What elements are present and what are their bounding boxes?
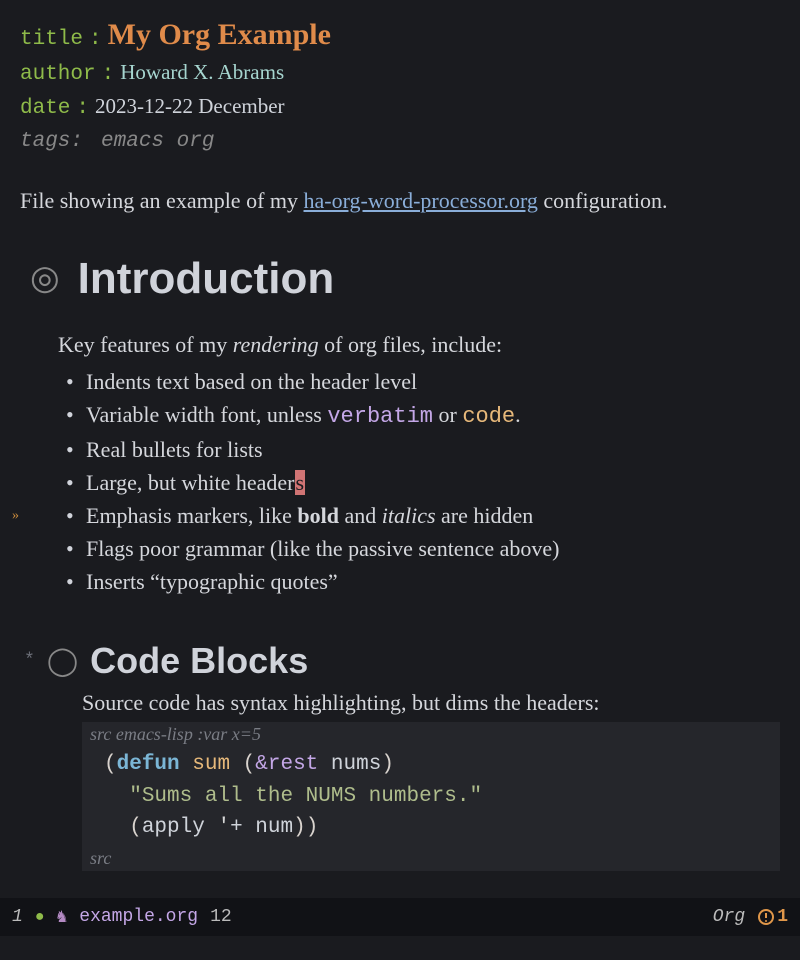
heading-title: Introduction [78, 254, 335, 304]
modeline-buffer-name[interactable]: example.org [79, 907, 198, 927]
prolog-key-author: author [20, 59, 96, 91]
modified-indicator-icon: ● [35, 908, 45, 926]
text-cursor: s [295, 470, 306, 495]
fringe-indicator-icon: » [12, 505, 19, 526]
prolog-key-tags: tags: [20, 126, 83, 158]
code-text: code [462, 404, 515, 429]
list-item: Indents text based on the header level [58, 365, 780, 398]
heading-title: Code Blocks [90, 640, 308, 682]
modeline-window-number: 1 [12, 907, 23, 927]
modeline-logo-icon: ♞ [56, 906, 67, 928]
modeline[interactable]: 1 ● ♞ example.org 12 Org 1 [0, 898, 800, 936]
list-item: » Emphasis markers, like bold and italic… [58, 499, 780, 532]
src-end-footer: src [90, 848, 772, 869]
document-title: My Org Example [108, 12, 331, 57]
section-body: Source code has syntax highlighting, but… [82, 690, 780, 871]
modeline-major-mode[interactable]: Org [713, 907, 745, 927]
document-author: Howard X. Abrams [120, 57, 284, 89]
section-introduction: ◎ Introduction Key features of my render… [30, 254, 780, 598]
prolog-tags-line: tags: emacs org [20, 126, 780, 158]
list-item: Variable width font, unless verbatim or … [58, 398, 780, 433]
source-block[interactable]: src emacs-lisp :var x=5 (defun sum (&res… [82, 722, 780, 871]
heading-star-icon: * [24, 651, 35, 671]
editor-buffer[interactable]: title: My Org Example author: Howard X. … [0, 0, 800, 898]
document-date: 2023-12-22 December [95, 91, 285, 123]
list-item: Real bullets for lists [58, 433, 780, 466]
section-body: Key features of my rendering of org file… [58, 328, 780, 598]
flycheck-warning-icon[interactable]: 1 [757, 907, 788, 927]
minibuffer[interactable] [0, 936, 800, 960]
heading-bullet-icon: ◯ [47, 644, 78, 678]
verbatim-text: verbatim [327, 404, 433, 429]
modeline-line-number: 12 [210, 907, 232, 927]
intro-paragraph: File showing an example of my ha-org-wor… [20, 186, 780, 217]
prolog-key-title: title [20, 24, 83, 56]
config-link[interactable]: ha-org-word-processor.org [304, 188, 538, 213]
list-item: Flags poor grammar (like the passive sen… [58, 532, 780, 565]
section-code-blocks: * ◯ Code Blocks Source code has syntax h… [24, 640, 780, 871]
prolog-key-date: date [20, 93, 70, 125]
features-list: Indents text based on the header level V… [58, 365, 780, 598]
prolog-author-line: author: Howard X. Abrams [20, 57, 780, 91]
heading-code-blocks[interactable]: * ◯ Code Blocks [24, 640, 780, 682]
features-lead: Key features of my rendering of org file… [58, 328, 780, 361]
list-item: Large, but white headers [58, 466, 780, 499]
list-item: Inserts “typographic quotes” [58, 565, 780, 598]
heading-bullet-icon: ◎ [30, 262, 60, 296]
flycheck-warning-count: 1 [777, 907, 788, 927]
prolog-date-line: date: 2023-12-22 December [20, 91, 780, 125]
prolog-title-line: title: My Org Example [20, 12, 780, 57]
src-code-body[interactable]: (defun sum (&rest nums) "Sums all the NU… [90, 745, 772, 848]
document-tags: emacs org [101, 126, 214, 158]
src-begin-header: src emacs-lisp :var x=5 [90, 724, 772, 745]
code-blocks-lead: Source code has syntax highlighting, but… [82, 690, 780, 716]
heading-introduction[interactable]: ◎ Introduction [30, 254, 780, 304]
